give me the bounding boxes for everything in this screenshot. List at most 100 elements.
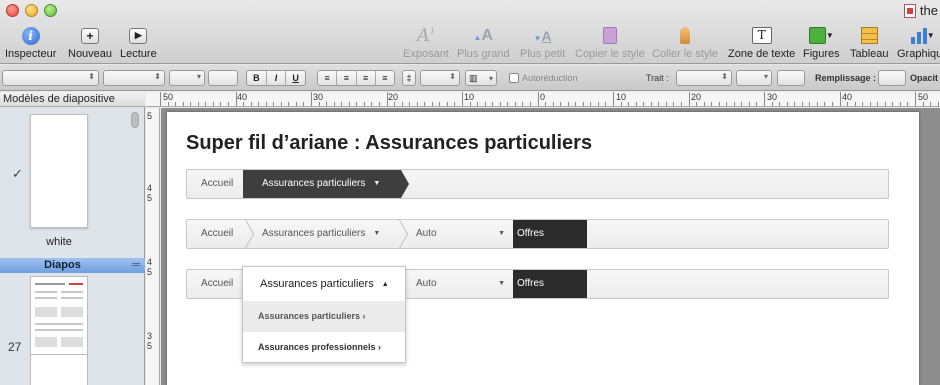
ruler-tick <box>394 102 396 106</box>
font-family-popup[interactable]: ⬍ <box>103 70 165 86</box>
ruler-number: 0 <box>540 92 546 102</box>
ruler-tick <box>635 102 637 106</box>
breadcrumb-auto[interactable]: Auto ▼ <box>416 270 511 298</box>
shapes-button[interactable]: ▼ Figures <box>803 25 840 60</box>
ruler-tick <box>235 92 237 106</box>
ruler-tick <box>439 102 441 106</box>
ruler-tick <box>824 102 826 106</box>
stroke-style-popup[interactable]: ⬍ <box>676 70 732 86</box>
exposure-label: Exposant <box>403 48 449 60</box>
chart-button[interactable]: ▼ Graphique <box>897 25 940 60</box>
breadcrumb-section[interactable]: Assurances particuliers ▼ <box>262 220 380 248</box>
play-icon: ▶ <box>129 27 148 44</box>
paste-style-icon <box>680 27 691 44</box>
superscript-a-icon: A1 <box>416 25 435 46</box>
ruler-tick <box>446 102 448 106</box>
text-style-segment[interactable]: B I U <box>246 70 306 86</box>
chevron-separator-icon <box>399 220 409 248</box>
ruler-tick <box>190 102 192 106</box>
autoreduce-label: Autoréduction <box>522 73 578 83</box>
ruler-tick <box>492 102 494 106</box>
autoreduce-checkbox[interactable] <box>509 73 519 83</box>
slides-section-divider[interactable]: Diapos ═ <box>0 258 145 273</box>
ruler-tick <box>507 102 509 106</box>
table-button[interactable]: Tableau <box>850 25 889 60</box>
text-color-well[interactable] <box>208 70 238 86</box>
dropdown-item[interactable]: Assurances particuliers › <box>243 301 405 332</box>
breadcrumb-auto[interactable]: Auto ▼ <box>416 220 511 248</box>
align-right-icon[interactable]: ≡ <box>357 71 376 85</box>
ruler-tick <box>748 102 750 106</box>
navigator-scrollbar[interactable] <box>131 112 139 128</box>
font-size-popup[interactable]: ▾ <box>169 70 205 86</box>
justify-icon[interactable]: ≡ <box>376 71 394 85</box>
line-spacing-icon[interactable]: ‡ <box>402 70 416 86</box>
text-box-button[interactable]: T Zone de texte <box>728 25 795 60</box>
table-icon <box>860 27 878 44</box>
align-left-icon[interactable]: ≡ <box>318 71 338 85</box>
new-slide-button[interactable]: + Nouveau <box>68 25 112 60</box>
ruler-tick <box>348 102 350 106</box>
breadcrumb-home[interactable]: Accueil <box>201 170 233 198</box>
bigger-font-button[interactable]: ▲A Plus grand <box>457 25 510 61</box>
masters-header: Modèles de diapositive <box>0 92 145 107</box>
bold-button[interactable]: B <box>247 71 267 85</box>
document-icon <box>903 3 916 18</box>
master-thumbnail-white[interactable] <box>30 114 88 228</box>
info-icon: i <box>21 26 40 45</box>
dropdown-header[interactable]: Assurances particuliers ▲ <box>243 267 405 300</box>
paste-style-button[interactable]: Coller le style <box>652 25 718 60</box>
ruler-tick <box>771 102 773 106</box>
fill-color-well[interactable] <box>878 70 906 86</box>
resize-grip-icon[interactable]: ═ <box>132 258 140 272</box>
style-popup[interactable]: ⬍ <box>2 70 99 86</box>
stroke-color-well[interactable] <box>777 70 805 86</box>
caret-down-icon: ▼ <box>498 280 505 287</box>
ruler-number: 40 <box>842 92 853 102</box>
italic-button[interactable]: I <box>267 71 287 85</box>
stroke-width-popup[interactable]: ▾ <box>736 70 772 86</box>
dropdown-item[interactable]: Assurances professionnels › <box>243 332 405 363</box>
line-spacing-popup[interactable]: ⬍ <box>420 70 460 86</box>
copy-style-button[interactable]: Copier le style <box>575 25 645 60</box>
ruler-number: 30 <box>313 92 324 102</box>
ruler-tick <box>869 102 871 106</box>
underline-button[interactable]: U <box>286 71 305 85</box>
ruler-tick <box>937 102 939 106</box>
breadcrumb-current[interactable]: Offres <box>513 270 587 298</box>
play-button[interactable]: ▶ Lecture <box>120 25 157 60</box>
exposure-button[interactable]: A1 Exposant <box>403 25 449 60</box>
play-label: Lecture <box>120 48 157 60</box>
inspector-button[interactable]: i Inspecteur <box>5 25 56 60</box>
ruler-tick <box>175 102 177 106</box>
breadcrumb-current[interactable]: Assurances particuliers ▼ <box>243 170 409 198</box>
slide-thumbnail-27[interactable] <box>30 276 88 361</box>
opacity-label: Opacit <box>910 73 939 83</box>
breadcrumb-home[interactable]: Accueil <box>201 220 233 248</box>
chart-label: Graphique <box>897 48 940 60</box>
fill-label: Remplissage : <box>815 73 877 83</box>
columns-popup[interactable]: ▥ ▾ <box>465 70 497 86</box>
ruler-tick <box>915 92 916 106</box>
ruler-tick <box>469 102 471 106</box>
ruler-tick <box>718 102 720 106</box>
minimize-window-button[interactable] <box>25 4 38 17</box>
breadcrumb-home[interactable]: Accueil <box>201 270 233 298</box>
new-label: Nouveau <box>68 48 113 60</box>
slide-thumbnail-28[interactable] <box>30 354 88 385</box>
zoom-window-button[interactable] <box>44 4 57 17</box>
breadcrumb-current-label: Assurances particuliers <box>262 178 366 189</box>
ruler-tick <box>741 102 743 106</box>
slides-section-label: Diapos <box>44 259 81 271</box>
align-center-icon[interactable]: ≡ <box>337 71 357 85</box>
close-window-button[interactable] <box>6 4 19 17</box>
bigger-label: Plus grand <box>457 48 510 60</box>
slide-number: 27 <box>8 340 22 354</box>
slide[interactable]: Super fil d’ariane : Assurances particul… <box>167 112 919 385</box>
smaller-font-button[interactable]: ▼A Plus petit <box>520 25 565 61</box>
breadcrumb-current[interactable]: Offres <box>513 220 587 248</box>
ruler-tick <box>907 102 909 106</box>
copy-style-icon <box>602 27 617 44</box>
alignment-segment[interactable]: ≡ ≡ ≡ ≡ <box>317 70 395 86</box>
slide-title[interactable]: Super fil d’ariane : Assurances particul… <box>186 132 592 155</box>
